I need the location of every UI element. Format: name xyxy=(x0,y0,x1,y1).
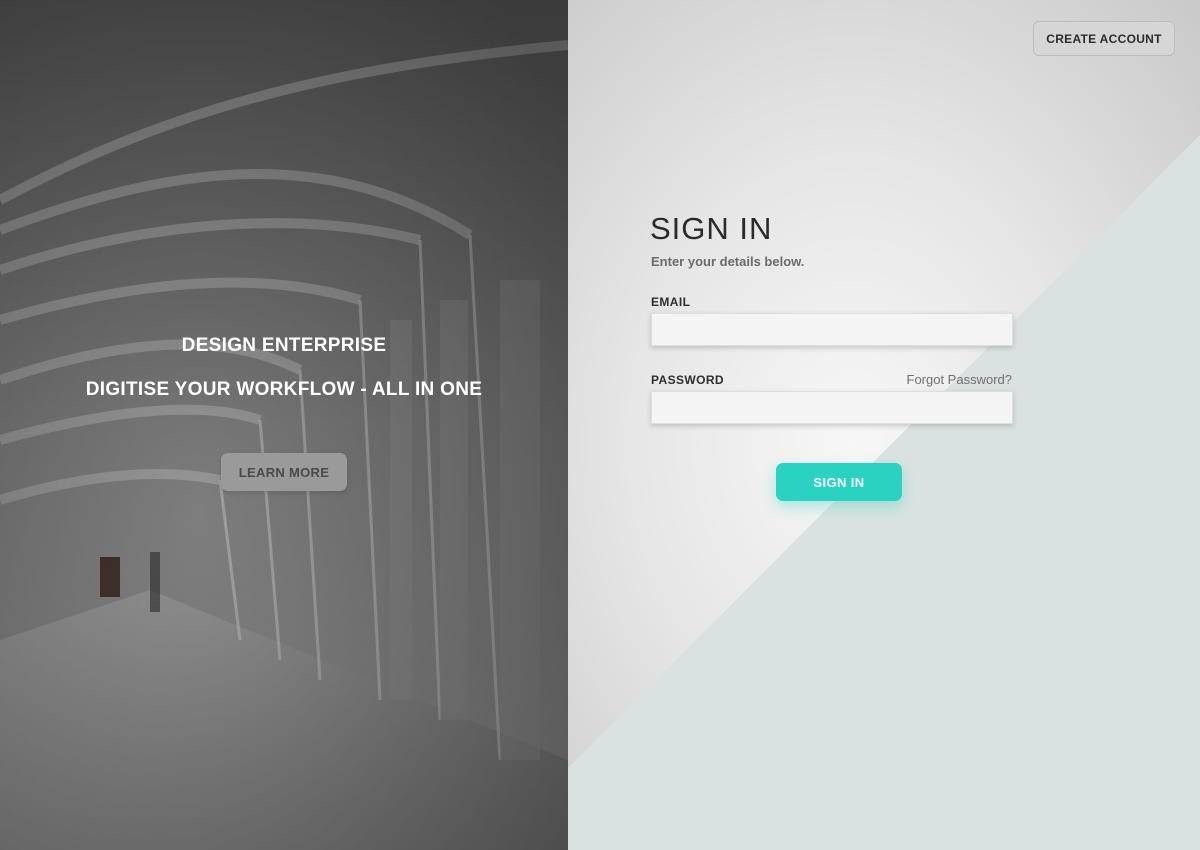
hero-title: DESIGN ENTERPRISE xyxy=(181,335,387,356)
sign-in-panel: CREATE ACCOUNT SIGN IN Enter your detail… xyxy=(568,0,1200,850)
password-label: PASSWORD xyxy=(651,373,724,387)
email-field[interactable] xyxy=(651,313,1013,346)
hero-subtitle: DIGITISE YOUR WORKFLOW - ALL IN ONE xyxy=(85,379,483,400)
sign-in-page: DESIGN ENTERPRISE DIGITISE YOUR WORKFLOW… xyxy=(0,0,1200,850)
email-label: EMAIL xyxy=(651,295,691,309)
forgot-password-link[interactable]: Forgot Password? xyxy=(902,372,1013,387)
create-account-button[interactable]: CREATE ACCOUNT xyxy=(1033,21,1175,56)
learn-more-button[interactable]: LEARN MORE xyxy=(221,453,347,491)
password-field[interactable] xyxy=(651,391,1013,424)
page-title: SIGN IN xyxy=(650,211,773,246)
sign-in-button[interactable]: SIGN IN xyxy=(776,463,902,501)
decorative-triangle xyxy=(568,135,1200,850)
hero-content: DESIGN ENTERPRISE DIGITISE YOUR WORKFLOW… xyxy=(0,0,568,850)
page-subtitle: Enter your details below. xyxy=(651,254,805,269)
hero-panel: DESIGN ENTERPRISE DIGITISE YOUR WORKFLOW… xyxy=(0,0,568,850)
